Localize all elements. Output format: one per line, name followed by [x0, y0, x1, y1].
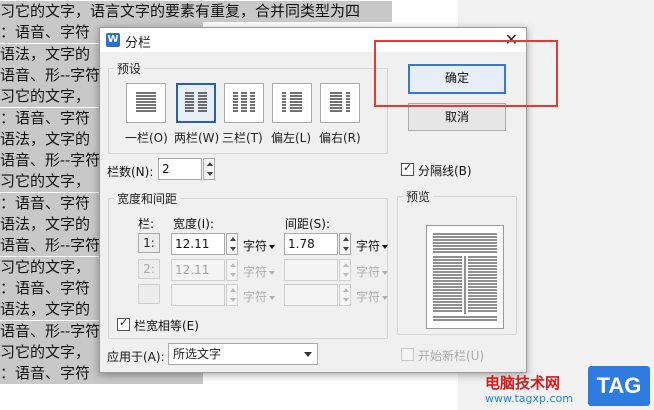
- dropdown-arrow-icon: [269, 270, 276, 275]
- preset-label-right: 偏右(R): [319, 131, 361, 145]
- equal-width-label: 栏宽相等(E): [134, 319, 199, 333]
- preset-left[interactable]: [272, 83, 312, 123]
- column-2-width-unit-label: 字符: [243, 265, 268, 279]
- col-header: 栏:: [138, 217, 155, 231]
- spacing-header: 间距(S):: [285, 217, 331, 231]
- preview-page: [426, 225, 504, 329]
- column-1-width-unit[interactable]: 字符: [243, 237, 276, 254]
- preview-group: [397, 196, 517, 335]
- column-2-width-input: 12.11: [171, 259, 225, 281]
- column-count-stepper[interactable]: [203, 158, 215, 180]
- column-1-spacing-unit-label: 字符: [356, 239, 381, 253]
- watermark-site-name: 电脑技术网: [485, 374, 561, 392]
- column-2-width-stepper: [226, 259, 238, 281]
- separator-checkbox[interactable]: [401, 161, 414, 176]
- column-3-spacing-unit: 字符: [356, 288, 389, 305]
- apply-to-value: 所选文字: [173, 347, 222, 361]
- column-3-spacing-input: [284, 284, 338, 306]
- separator-label: 分隔线(B): [418, 164, 472, 178]
- preview-group-label: 预览: [403, 188, 434, 205]
- column-count-label: 栏数(N):: [107, 165, 154, 179]
- new-column-label: 开始新栏(U): [418, 349, 485, 363]
- column-3-width-input: [171, 284, 225, 306]
- column-2-spacing-input: [284, 259, 338, 281]
- document-line[interactable]: 习它的文字，语言文字的要素有重复，合并同类型为四: [0, 1, 392, 22]
- column-3-width-stepper: [226, 284, 238, 306]
- column-2-spacing-stepper: [339, 259, 351, 281]
- dropdown-arrow-icon: [269, 244, 276, 249]
- wps-app-icon: W: [106, 33, 120, 47]
- column-1-spacing-input[interactable]: 1.78: [284, 233, 338, 255]
- column-2-spacing-unit: 字符: [356, 263, 389, 280]
- column-1-number: 1:: [138, 233, 160, 253]
- column-1-width-unit-label: 字符: [243, 239, 268, 253]
- column-3-spacing-unit-label: 字符: [356, 290, 381, 304]
- column-2-number: 2:: [138, 259, 160, 279]
- column-1-width-stepper[interactable]: [226, 233, 238, 255]
- dropdown-arrow-icon: [382, 270, 389, 275]
- column-1-spacing-unit[interactable]: 字符: [356, 237, 389, 254]
- preset-label-left: 偏左(L): [271, 131, 312, 145]
- preview-columns: [433, 233, 497, 321]
- column-3-number: [138, 284, 160, 304]
- apply-to-label: 应用于(A):: [107, 350, 165, 364]
- preset-label-one: 一栏(O): [125, 131, 168, 145]
- width-spacing-label: 宽度和间距: [114, 190, 181, 207]
- column-2-width-unit: 字符: [243, 263, 276, 280]
- preset-group-label: 预设: [114, 60, 145, 77]
- column-2-spacing-unit-label: 字符: [356, 265, 381, 279]
- column-3-spacing-stepper: [339, 284, 351, 306]
- tag-logo: TAG: [588, 366, 650, 406]
- chevron-down-icon: [304, 352, 312, 357]
- preset-label-three: 三栏(T): [222, 131, 263, 145]
- preset-right[interactable]: [320, 83, 360, 123]
- highlight-annotation: [374, 40, 558, 107]
- width-header: 宽度(I):: [173, 217, 214, 231]
- cancel-button[interactable]: 取消: [408, 103, 506, 131]
- equal-width-checkbox[interactable]: [117, 316, 130, 331]
- column-3-width-unit-label: 字符: [243, 290, 268, 304]
- preset-three-columns[interactable]: [224, 83, 264, 123]
- column-1-width-input[interactable]: 12.11: [171, 233, 225, 255]
- column-count-input[interactable]: 2: [158, 158, 202, 180]
- dialog-title: 分栏: [125, 36, 152, 51]
- dropdown-arrow-icon: [382, 295, 389, 300]
- new-column-checkbox: [401, 348, 414, 361]
- preset-one-column[interactable]: [126, 83, 166, 123]
- watermark-url: www.tagxp.com: [485, 392, 573, 405]
- apply-to-select[interactable]: 所选文字: [168, 343, 318, 365]
- preset-two-columns[interactable]: [176, 83, 216, 123]
- dropdown-arrow-icon: [382, 244, 389, 249]
- column-3-width-unit: 字符: [243, 288, 276, 305]
- preset-label-two: 两栏(W): [174, 131, 220, 145]
- column-1-spacing-stepper[interactable]: [339, 233, 351, 255]
- dropdown-arrow-icon: [269, 295, 276, 300]
